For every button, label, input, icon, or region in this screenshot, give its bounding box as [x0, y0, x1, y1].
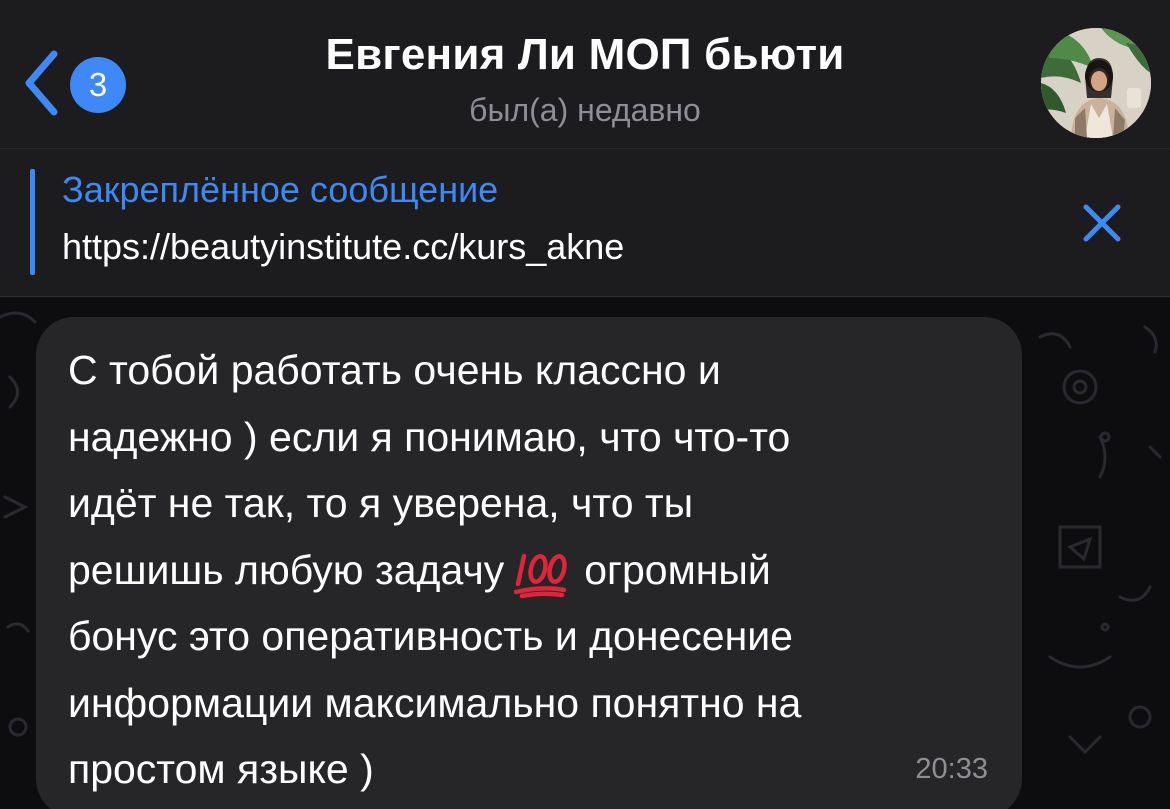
message-time: 20:33 [915, 753, 988, 785]
message-line: бонус это оперативность и донесение [68, 613, 793, 659]
chat-header: 3 Евгения Ли МОП бьюти был(а) недавно [0, 0, 1170, 149]
pinned-text: https://beautyinstitute.cc/kurs_akne [62, 226, 625, 267]
message-line: надежно ) если я понимаю, что что-то [68, 413, 791, 460]
avatar[interactable] [1041, 28, 1151, 138]
avatar-photo [1041, 28, 1151, 138]
unread-count-badge: 3 [70, 57, 126, 113]
back-button[interactable]: 3 [18, 46, 138, 122]
chat-title[interactable]: Евгения Ли МОП бьюти [200, 30, 970, 80]
message-line: С тобой работать очень классно и [68, 347, 721, 393]
pinned-indicator [30, 169, 35, 275]
chevron-left-icon [25, 50, 58, 116]
close-icon[interactable] [1078, 199, 1126, 247]
chat-status: был(а) недавно [469, 92, 701, 128]
pinned-message-bar[interactable]: Закреплённое сообщение https://beautyins… [0, 149, 1170, 297]
message-fragment: огромный [584, 546, 771, 593]
message-fragment: решишь любую задачу [68, 546, 505, 593]
hundred-points-icon [514, 553, 567, 598]
message-bubble[interactable]: С тобой работать очень классно и надежно… [36, 317, 1022, 809]
message-text: С тобой работать очень классно и надежно… [68, 337, 998, 803]
chat-screen: 3 Евгения Ли МОП бьюти был(а) недавно За… [0, 0, 1170, 809]
chat-area[interactable]: С тобой работать очень классно и надежно… [0, 297, 1170, 809]
message-line: идёт не так, то я уверена, что ты [68, 480, 694, 526]
message-line: решишь любую задачу огромный [68, 537, 998, 604]
pinned-title: Закреплённое сообщение [62, 169, 499, 210]
message-line: информации максимально понятно на [68, 679, 802, 726]
message-line: простом языке ) [68, 746, 374, 792]
